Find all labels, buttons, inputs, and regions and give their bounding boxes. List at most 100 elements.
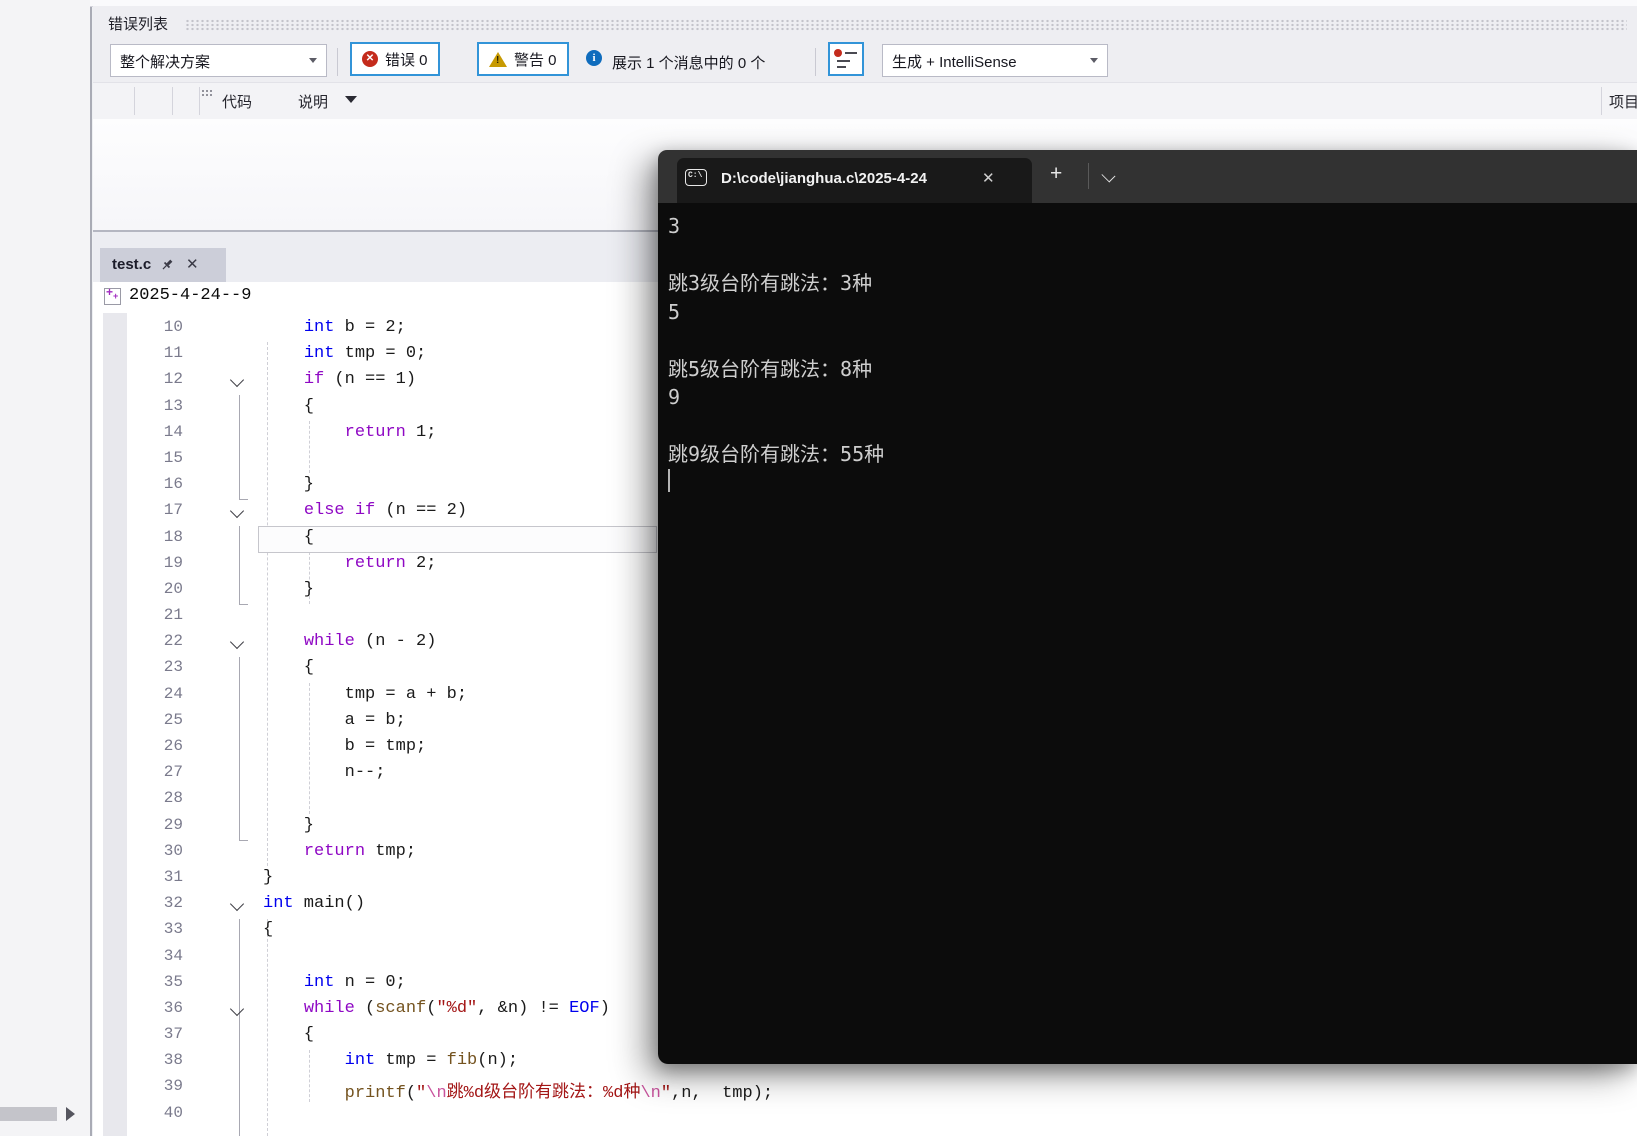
collapse-chevron-icon[interactable] <box>229 635 245 650</box>
expand-region-icon[interactable]: + + <box>104 285 121 305</box>
code-text: { <box>263 527 315 547</box>
errors-label: 错误 0 <box>385 51 428 69</box>
column-header-project[interactable]: 项目 <box>1609 91 1637 112</box>
line-number: 28 <box>163 789 183 808</box>
code-text: return 1; <box>344 422 437 442</box>
filter-lines-icon <box>837 60 850 62</box>
code-line-39[interactable]: 39 printf("\n跳%d级台阶有跳法：%d种\n",n, tmp); <box>93 1075 1637 1104</box>
code-text: tmp = a + b; <box>263 684 468 704</box>
line-number: 24 <box>163 684 183 703</box>
line-number: 32 <box>163 894 183 913</box>
info-icon: i <box>586 50 602 66</box>
code-text: n--; <box>263 763 386 783</box>
code-text: int n = 0; <box>303 972 406 992</box>
terminal-output-line: 跳3级台阶有跳法：3种 <box>668 271 873 295</box>
warnings-toggle-button[interactable]: ! 警告 0 <box>477 42 569 76</box>
code-text: } <box>263 579 315 599</box>
toolbar-separator <box>337 48 338 76</box>
tab-test-c[interactable]: test.c ✕ <box>100 248 226 282</box>
line-number: 35 <box>163 972 183 991</box>
code-text: int b = 2; <box>303 318 406 337</box>
line-number: 29 <box>163 815 183 834</box>
line-number: 15 <box>163 448 183 467</box>
collapse-chevron-icon[interactable] <box>229 373 245 388</box>
line-number: 38 <box>163 1051 183 1070</box>
line-number: 16 <box>163 475 183 494</box>
description-filter-icon[interactable] <box>345 96 357 103</box>
line-number: 13 <box>163 396 183 415</box>
collapsed-region-text[interactable]: 2025-4-24--9 <box>129 286 251 305</box>
line-number: 21 <box>163 606 183 625</box>
line-number: 40 <box>163 1103 183 1122</box>
scrollbar-thumb[interactable] <box>0 1107 57 1121</box>
code-text: } <box>263 815 315 835</box>
column-header-code[interactable]: 代码 <box>222 91 252 112</box>
column-divider[interactable] <box>1601 87 1602 115</box>
panel-title: 错误列表 <box>108 16 169 33</box>
code-text: printf("\n跳%d级台阶有跳法：%d种\n",n, tmp); <box>344 1084 774 1104</box>
terminal-lines: 3 跳3级台阶有跳法：3种 5 跳5级台阶有跳法：8种 9 跳9级台阶有跳法：55种 <box>668 212 884 469</box>
warnings-label: 警告 0 <box>514 51 557 69</box>
code-text: int main() <box>263 894 366 914</box>
scrollbar-right-arrow-icon[interactable] <box>66 1107 75 1121</box>
collapse-chevron-icon[interactable] <box>229 897 245 912</box>
line-number: 18 <box>163 527 183 546</box>
column-divider[interactable] <box>199 87 200 115</box>
line-number: 11 <box>163 344 183 363</box>
line-number: 26 <box>163 737 183 755</box>
toolbar-separator <box>815 48 816 76</box>
line-number: 37 <box>163 1025 183 1044</box>
line-number: 23 <box>163 658 183 677</box>
terminal-tab[interactable]: C:\ D:\code\jianghua.c\2025-4-24 ✕ <box>677 158 1032 203</box>
horizontal-scrollbar[interactable] <box>0 1104 88 1126</box>
terminal-tab-close-icon[interactable]: ✕ <box>982 169 995 187</box>
tab-close-icon[interactable]: ✕ <box>186 255 199 273</box>
scope-filter-dropdown[interactable]: 整个解决方案 <box>110 44 327 77</box>
collapse-chevron-icon[interactable] <box>229 504 245 519</box>
code-text: if (n == 1) <box>303 370 417 390</box>
line-number: 36 <box>163 998 183 1017</box>
line-number: 14 <box>163 422 183 441</box>
source-filter-dropdown[interactable]: 生成 + IntelliSense <box>882 44 1108 77</box>
source-filter-value: 生成 + IntelliSense <box>892 54 1017 71</box>
severity-column-icon[interactable] <box>201 89 213 98</box>
chevron-down-icon <box>1090 58 1098 63</box>
column-divider[interactable] <box>172 87 173 115</box>
filter-button[interactable] <box>828 42 864 76</box>
pin-icon[interactable] <box>160 258 174 272</box>
error-list-header-row: 代码 说明 项目 <box>93 82 1637 120</box>
left-tool-panel <box>0 0 92 1136</box>
messages-toggle[interactable]: 展示 1 个消息中的 0 个 <box>612 52 765 73</box>
line-number: 22 <box>163 632 183 651</box>
scope-filter-value: 整个解决方案 <box>120 54 211 71</box>
code-line-40[interactable]: 40 <box>93 1102 1637 1128</box>
drag-grip[interactable] <box>185 19 1627 31</box>
errors-toggle-button[interactable]: ✕ 错误 0 <box>350 42 440 76</box>
code-text: { <box>263 920 274 940</box>
warning-icon: ! <box>489 51 507 67</box>
new-tab-button[interactable]: + <box>1050 162 1062 186</box>
column-divider[interactable] <box>134 87 135 115</box>
code-text: else if (n == 2) <box>303 501 468 521</box>
line-number: 20 <box>163 579 183 598</box>
filter-red-dot-icon <box>834 49 842 57</box>
terminal-window: C:\ D:\code\jianghua.c\2025-4-24 ✕ + 3 跳3… <box>658 150 1637 1064</box>
code-text: a = b; <box>263 710 406 730</box>
line-number: 19 <box>163 553 183 572</box>
column-header-description[interactable]: 说明 <box>298 91 328 112</box>
collapse-chevron-icon[interactable] <box>229 1001 245 1016</box>
line-number: 12 <box>163 370 183 389</box>
tab-label: test.c <box>112 256 152 273</box>
code-text: int tmp = 0; <box>303 344 427 364</box>
line-number: 33 <box>163 920 183 939</box>
terminal-titlebar[interactable]: C:\ D:\code\jianghua.c\2025-4-24 ✕ + <box>658 150 1637 203</box>
code-text: } <box>263 867 274 887</box>
error-list-titlebar[interactable]: 错误列表 <box>93 6 1637 42</box>
terminal-cursor <box>668 469 670 492</box>
tab-dropdown-icon[interactable] <box>1101 168 1116 183</box>
titlebar-separator <box>1088 163 1089 189</box>
terminal-output[interactable]: 3 跳3级台阶有跳法：3种 5 跳5级台阶有跳法：8种 9 跳9级台阶有跳法：55种 <box>658 203 1637 1064</box>
code-text: { <box>263 1025 315 1045</box>
